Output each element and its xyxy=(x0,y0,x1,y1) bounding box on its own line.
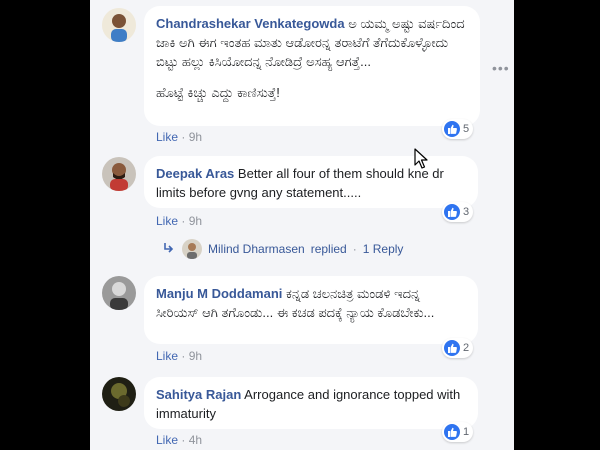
cursor-icon xyxy=(414,148,430,175)
separator: · xyxy=(181,433,186,447)
separator: · xyxy=(181,214,186,228)
comment-meta: Like · 4h xyxy=(156,433,202,447)
reaction-number: 1 xyxy=(463,426,470,438)
avatar[interactable] xyxy=(102,157,136,191)
comments-panel: Chandrashekar Venkategowda ಅ ಯಮ್ಮ ಅಷ್ಟು … xyxy=(90,0,514,450)
timestamp[interactable]: 9h xyxy=(189,349,202,363)
comment-author[interactable]: Chandrashekar Venkategowda xyxy=(156,16,345,31)
comment-author[interactable]: Manju M Doddamani xyxy=(156,286,282,301)
separator: · xyxy=(181,130,186,144)
reaction-number: 3 xyxy=(463,206,470,218)
comment-meta: Like · 9h xyxy=(156,214,202,228)
separator: · xyxy=(181,349,186,363)
avatar[interactable] xyxy=(182,239,202,259)
more-options-icon[interactable]: ••• xyxy=(492,60,510,76)
like-link[interactable]: Like xyxy=(156,130,178,144)
comment-bubble: Sahitya Rajan Arrogance and ignorance to… xyxy=(144,377,478,429)
reaction-number: 2 xyxy=(463,342,470,354)
reaction-count[interactable]: 5 xyxy=(442,119,474,139)
reaction-count[interactable]: 1 xyxy=(442,422,474,442)
replied-label: replied xyxy=(310,242,347,256)
replier-name[interactable]: Milind Dharmasen xyxy=(208,242,305,256)
comment-bubble: Manju M Doddamani ಕನ್ನಡ ಚಲನಚಿತ್ರ ಮಂಡಳಿ ಇ… xyxy=(144,276,478,344)
comment-meta: Like · 9h xyxy=(156,349,202,363)
like-link[interactable]: Like xyxy=(156,433,178,447)
avatar[interactable] xyxy=(102,377,136,411)
reaction-count[interactable]: 2 xyxy=(442,338,474,358)
reply-count-link[interactable]: 1 Reply xyxy=(363,242,404,256)
thumbs-up-icon xyxy=(444,424,460,440)
comment-author[interactable]: Deepak Aras xyxy=(156,166,234,181)
comment-author[interactable]: Sahitya Rajan xyxy=(156,387,241,402)
timestamp[interactable]: 4h xyxy=(189,433,202,447)
replies-row[interactable]: Milind Dharmasen replied · 1 Reply xyxy=(162,238,403,260)
thumbs-up-icon xyxy=(444,204,460,220)
comment-meta: Like · 9h xyxy=(156,130,202,144)
reaction-number: 5 xyxy=(463,123,470,135)
reply-arrow-icon xyxy=(162,241,176,258)
timestamp[interactable]: 9h xyxy=(189,214,202,228)
separator: · xyxy=(352,242,357,256)
comment-bubble: Chandrashekar Venkategowda ಅ ಯಮ್ಮ ಅಷ್ಟು … xyxy=(144,6,480,126)
like-link[interactable]: Like xyxy=(156,214,178,228)
timestamp[interactable]: 9h xyxy=(189,130,202,144)
avatar[interactable] xyxy=(102,8,136,42)
comment-text: ಹೊಟ್ಟೆ ಕಿಚ್ಚು ಎದ್ದು ಕಾಣಿಸುತ್ತೆ! xyxy=(156,85,280,100)
avatar[interactable] xyxy=(102,276,136,310)
thumbs-up-icon xyxy=(444,121,460,137)
thumbs-up-icon xyxy=(444,340,460,356)
like-link[interactable]: Like xyxy=(156,349,178,363)
reaction-count[interactable]: 3 xyxy=(442,202,474,222)
